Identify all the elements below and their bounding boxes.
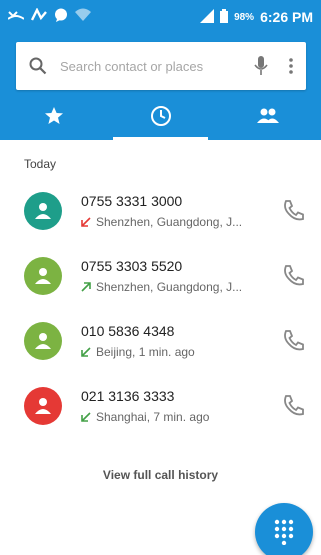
- person-icon: [35, 267, 51, 284]
- clock-icon: [150, 105, 172, 132]
- search-input[interactable]: [60, 58, 246, 74]
- avatar[interactable]: [24, 191, 62, 230]
- more-vert-icon[interactable]: [276, 58, 306, 74]
- battery-percent: 98%: [234, 11, 255, 23]
- tab-recents[interactable]: [107, 96, 214, 140]
- person-icon: [35, 397, 51, 414]
- call-log-list: 0755 3331 3000 Shenzhen, Guangdong, J...…: [0, 178, 321, 438]
- call-detail: Shenzhen, Guangdong, J...: [96, 279, 243, 294]
- dialpad-icon: [274, 519, 294, 545]
- call-detail: Beijing, 1 min. ago: [96, 344, 195, 359]
- person-icon: [35, 202, 51, 219]
- call-button[interactable]: [277, 325, 309, 357]
- phone-icon: [284, 264, 304, 285]
- view-full-call-history-link[interactable]: View full call history: [0, 468, 321, 482]
- phone-number: 0755 3303 5520: [81, 257, 183, 274]
- section-title-today: Today: [24, 157, 57, 171]
- call-log-row[interactable]: 0755 3331 3000 Shenzhen, Guangdong, J...: [0, 178, 321, 243]
- mic-icon[interactable]: [246, 56, 276, 76]
- avatar[interactable]: [24, 256, 62, 295]
- app-header: [0, 34, 321, 140]
- outgoing-call-arrow-icon: [81, 281, 91, 292]
- avatar[interactable]: [24, 386, 62, 425]
- call-log-row[interactable]: 010 5836 4348 Beijing, 1 min. ago: [0, 308, 321, 373]
- phone-number: 010 5836 4348: [81, 322, 175, 339]
- dialpad-button[interactable]: [255, 503, 313, 555]
- chat-bubble-icon: [54, 8, 68, 27]
- call-button[interactable]: [277, 390, 309, 422]
- phone-icon: [284, 394, 304, 415]
- search-icon[interactable]: [16, 57, 60, 75]
- signal-icon: [200, 8, 215, 26]
- call-log-row[interactable]: 021 3136 3333 Shanghai, 7 min. ago: [0, 373, 321, 438]
- wifi-icon: [75, 8, 91, 26]
- tab-contacts[interactable]: [214, 96, 321, 140]
- status-bar: 98% 6:26 PM: [0, 0, 321, 34]
- avatar[interactable]: [24, 321, 62, 360]
- incoming-call-arrow-icon: [81, 346, 91, 357]
- battery-icon: [220, 8, 229, 26]
- star-icon: [44, 106, 64, 131]
- tab-bar: [0, 96, 321, 140]
- call-button[interactable]: [277, 260, 309, 292]
- phone-icon: [284, 199, 304, 220]
- call-button[interactable]: [277, 195, 309, 227]
- incoming-call-arrow-icon: [81, 411, 91, 422]
- phone-icon: [284, 329, 304, 350]
- tty-icon: [30, 6, 47, 27]
- missed-call-icon: [7, 8, 25, 26]
- phone-number: 0755 3331 3000: [81, 192, 183, 209]
- call-log-row[interactable]: 0755 3303 5520 Shenzhen, Guangdong, J...: [0, 243, 321, 308]
- people-icon: [256, 108, 280, 129]
- tab-favorites[interactable]: [0, 96, 107, 140]
- call-detail: Shanghai, 7 min. ago: [96, 409, 210, 424]
- missed-call-arrow-icon: [81, 216, 91, 227]
- clock-time: 6:26 PM: [260, 9, 313, 25]
- search-bar[interactable]: [16, 42, 306, 90]
- person-icon: [35, 332, 51, 349]
- call-detail: Shenzhen, Guangdong, J...: [96, 214, 243, 229]
- phone-number: 021 3136 3333: [81, 387, 175, 404]
